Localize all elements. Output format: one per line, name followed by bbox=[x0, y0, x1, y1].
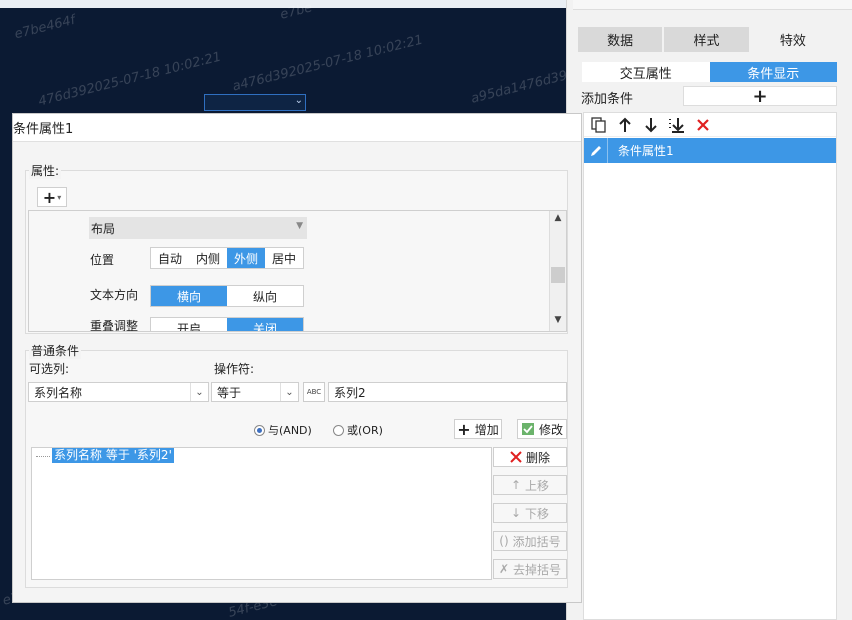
scroll-up-icon[interactable]: ▲ bbox=[550, 213, 566, 227]
panel-tabs: 数据 样式 特效 bbox=[578, 27, 837, 52]
add-condition-label: 添加条件 bbox=[581, 92, 634, 107]
move-up-button[interactable]: ↑ 上移 bbox=[493, 475, 567, 495]
plus-icon: + bbox=[457, 419, 471, 439]
operator-select-value: 等于 bbox=[217, 385, 242, 400]
and-radio-label: 与(AND) bbox=[268, 424, 312, 437]
tab-effects[interactable]: 特效 bbox=[750, 27, 835, 52]
arrow-up-icon[interactable] bbox=[616, 116, 634, 134]
and-radio[interactable]: 与(AND) bbox=[254, 422, 312, 438]
move-bottom-icon[interactable] bbox=[668, 116, 686, 134]
delete-condition-button[interactable]: 删除 bbox=[493, 447, 567, 467]
or-radio-label: 或(OR) bbox=[347, 424, 383, 437]
condition-tree: 系列名称 等于 '系列2' bbox=[31, 447, 492, 580]
layout-select[interactable]: 布局 ▼ bbox=[89, 217, 307, 239]
chevron-down-icon: ⌄ bbox=[190, 383, 208, 401]
operator-label: 操作符: bbox=[214, 362, 255, 376]
common-conditions-label: 普通条件 bbox=[29, 342, 82, 359]
add-bracket-button[interactable]: () 添加括号 bbox=[493, 531, 567, 551]
edit-pencil-icon[interactable] bbox=[584, 138, 608, 163]
condition-tree-item[interactable]: 系列名称 等于 '系列2' bbox=[52, 448, 174, 463]
position-segmented: 自动 内侧 外侧 居中 bbox=[150, 247, 304, 269]
overlap-segmented: 开启 关闭 bbox=[150, 317, 304, 332]
arrow-down-icon: ↓ bbox=[510, 506, 522, 520]
copy-icon[interactable] bbox=[590, 116, 608, 134]
properties-scrollbar[interactable]: ▲ ▼ bbox=[549, 211, 566, 331]
arrow-up-icon: ↑ bbox=[510, 478, 522, 492]
effects-sub-tabs: 交互属性 条件显示 bbox=[582, 62, 837, 82]
chevron-down-icon: ⌄ bbox=[280, 383, 298, 401]
overlap-on[interactable]: 开启 bbox=[151, 318, 227, 332]
position-center[interactable]: 居中 bbox=[265, 248, 303, 268]
caret-down-icon: ▼ bbox=[296, 221, 303, 231]
delete-icon[interactable] bbox=[694, 116, 712, 134]
add-button-label: 增加 bbox=[474, 422, 499, 437]
radio-unselected-icon bbox=[333, 424, 344, 436]
column-label: 可选列: bbox=[29, 362, 70, 376]
tab-data[interactable]: 数据 bbox=[578, 27, 663, 52]
properties-label: 属性: bbox=[29, 162, 62, 179]
value-type-icon[interactable]: ABC bbox=[303, 382, 325, 402]
or-radio[interactable]: 或(OR) bbox=[333, 422, 383, 438]
position-auto[interactable]: 自动 bbox=[151, 248, 189, 268]
value-input-text: 系列2 bbox=[334, 385, 366, 400]
move-up-label: 上移 bbox=[525, 478, 550, 493]
panel-top-strip bbox=[573, 0, 852, 10]
condition-list-item[interactable]: 条件属性1 bbox=[584, 138, 836, 163]
caret-down-icon: ▾ bbox=[57, 192, 62, 202]
tab-conditional-display[interactable]: 条件显示 bbox=[709, 62, 837, 82]
column-select-value: 系列名称 bbox=[34, 385, 83, 400]
condition-item-label: 条件属性1 bbox=[618, 144, 674, 158]
scroll-thumb[interactable] bbox=[551, 267, 565, 283]
overlap-off[interactable]: 关闭 bbox=[227, 318, 303, 331]
delete-button-label: 删除 bbox=[525, 450, 550, 465]
add-bracket-label: 添加括号 bbox=[512, 534, 561, 549]
overlap-label: 重叠调整 bbox=[90, 319, 139, 332]
modify-condition-button[interactable]: 修改 bbox=[517, 419, 567, 439]
move-down-label: 下移 bbox=[525, 506, 550, 521]
text-direction-label: 文本方向 bbox=[90, 288, 139, 302]
tab-interaction-props[interactable]: 交互属性 bbox=[582, 62, 710, 82]
radio-selected-icon bbox=[254, 424, 265, 436]
layout-select-value: 布局 bbox=[91, 221, 116, 236]
condition-list: 条件属性1 bbox=[583, 112, 837, 620]
modify-button-label: 修改 bbox=[538, 422, 563, 437]
right-property-panel: 数据 样式 特效 交互属性 条件显示 添加条件 + 条件属性1 bbox=[566, 0, 852, 620]
tab-style[interactable]: 样式 bbox=[664, 27, 749, 52]
position-label: 位置 bbox=[90, 253, 115, 267]
column-select[interactable]: 系列名称 ⌄ bbox=[28, 382, 209, 402]
modify-icon bbox=[521, 423, 534, 435]
plus-icon: + bbox=[42, 187, 57, 207]
canvas-dropdown[interactable]: ⌄ bbox=[204, 94, 306, 111]
scroll-down-icon[interactable]: ▼ bbox=[550, 315, 566, 329]
text-direction-segmented: 横向 纵向 bbox=[150, 285, 304, 307]
chevron-down-icon: ⌄ bbox=[294, 95, 303, 106]
position-outside[interactable]: 外侧 bbox=[227, 248, 265, 268]
arrow-down-icon[interactable] bbox=[642, 116, 660, 134]
condition-properties-dialog: 条件属性1 属性: + ▾ 布局 ▼ 位置 自动 内侧 外侧 居中 文本方向 横向… bbox=[12, 113, 582, 603]
tree-connector bbox=[36, 456, 50, 457]
add-condition-button[interactable]: + 增加 bbox=[454, 419, 502, 439]
bracket-icon: () bbox=[499, 534, 509, 548]
properties-list: 布局 ▼ 位置 自动 内侧 外侧 居中 文本方向 横向 纵向 重叠调整 开启 关… bbox=[28, 210, 567, 332]
dialog-title: 条件属性1 bbox=[13, 114, 581, 142]
text-direction-vertical[interactable]: 纵向 bbox=[227, 286, 303, 306]
value-input[interactable]: 系列2 bbox=[328, 382, 567, 402]
delete-icon bbox=[510, 451, 522, 463]
abc-icon-label: ABC bbox=[306, 388, 322, 396]
move-down-button[interactable]: ↓ 下移 bbox=[493, 503, 567, 523]
position-inside[interactable]: 内侧 bbox=[189, 248, 227, 268]
add-condition-button[interactable]: + bbox=[683, 86, 837, 107]
operator-select[interactable]: 等于 ⌄ bbox=[211, 382, 299, 402]
text-direction-horizontal[interactable]: 横向 bbox=[151, 286, 227, 306]
remove-bracket-button[interactable]: ✗ 去掉括号 bbox=[493, 559, 567, 579]
add-property-button[interactable]: + ▾ bbox=[37, 187, 67, 207]
remove-bracket-label: 去掉括号 bbox=[513, 562, 562, 577]
remove-bracket-icon: ✗ bbox=[498, 562, 510, 576]
condition-list-toolbar bbox=[584, 113, 836, 137]
